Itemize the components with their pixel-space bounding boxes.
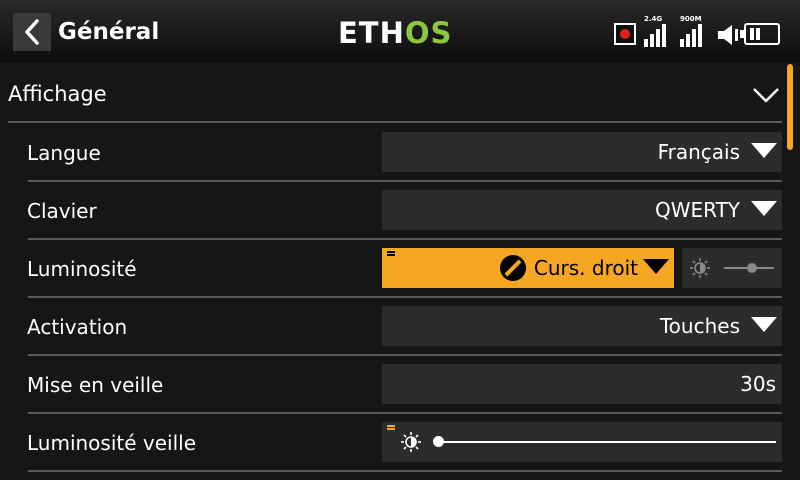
activation-select[interactable]: Touches — [382, 306, 782, 346]
slider-knob[interactable] — [433, 436, 444, 447]
record-icon[interactable] — [614, 23, 636, 45]
sleep-value: 30s — [740, 372, 776, 396]
chevron-down-icon[interactable] — [752, 86, 780, 104]
caret-down-icon — [751, 317, 777, 332]
battery-icon — [740, 23, 780, 45]
brightness-source-select[interactable]: Curs. droit — [382, 248, 674, 288]
brightness-label: Luminosité — [27, 257, 137, 281]
menu-icon — [387, 251, 395, 258]
page-title: Général — [58, 19, 160, 45]
brightness-icon — [401, 432, 421, 452]
language-select[interactable]: Français — [382, 132, 782, 172]
setting-row-sleep: Mise en veille 30s — [0, 356, 784, 414]
scrollbar[interactable] — [787, 64, 793, 150]
ethos-logo: ETHOS — [338, 16, 452, 50]
rf-label-1: 2.4G — [644, 15, 663, 23]
activation-label: Activation — [27, 315, 128, 339]
signal-icon: 900M — [678, 15, 704, 47]
back-chevron-icon — [25, 19, 39, 45]
section-divider — [8, 121, 782, 123]
activation-value: Touches — [659, 314, 740, 338]
logo-accent: OS — [404, 16, 453, 50]
section-affichage[interactable]: Affichage — [0, 64, 784, 122]
right-slider-icon — [499, 255, 526, 281]
status-icons: 2.4G 900M — [614, 15, 789, 49]
sleep-brightness-label: Luminosité veille — [27, 431, 197, 455]
setting-row-sleep-brightness: Luminosité veille — [0, 414, 784, 472]
caret-down-icon — [643, 259, 669, 274]
setting-row-brightness: Luminosité Curs. droit — [0, 240, 784, 298]
caret-down-icon — [751, 143, 777, 158]
logo-main: ETH — [338, 16, 405, 50]
language-label: Langue — [27, 141, 101, 165]
slider-track — [438, 441, 776, 443]
brightness-mini-slider[interactable] — [682, 248, 782, 288]
setting-row-keyboard: Clavier QWERTY — [0, 182, 784, 240]
setting-row-activation: Activation Touches — [0, 298, 784, 356]
keyboard-label: Clavier — [27, 199, 97, 223]
sleep-label: Mise en veille — [27, 373, 164, 397]
keyboard-value: QWERTY — [654, 198, 740, 222]
signal-icon: 2.4G — [642, 15, 668, 47]
rf-label-2: 900M — [680, 15, 702, 23]
setting-row-language: Langue Français — [0, 124, 784, 182]
brightness-value: Curs. droit — [533, 256, 638, 280]
mini-slider-knob[interactable] — [746, 263, 757, 273]
caret-down-icon — [751, 201, 777, 216]
row-divider — [28, 470, 782, 472]
sleep-brightness-slider[interactable] — [382, 422, 782, 462]
keyboard-select[interactable]: QWERTY — [382, 190, 782, 230]
sleep-timeout-field[interactable]: 30s — [382, 364, 782, 404]
top-bar: Général ETHOS 2.4G 900M — [0, 0, 800, 62]
speaker-icon[interactable] — [716, 23, 742, 47]
back-button[interactable] — [13, 13, 51, 51]
menu-icon — [387, 425, 395, 432]
language-value: Français — [657, 140, 740, 164]
brightness-icon — [690, 258, 710, 278]
section-label: Affichage — [8, 82, 107, 106]
